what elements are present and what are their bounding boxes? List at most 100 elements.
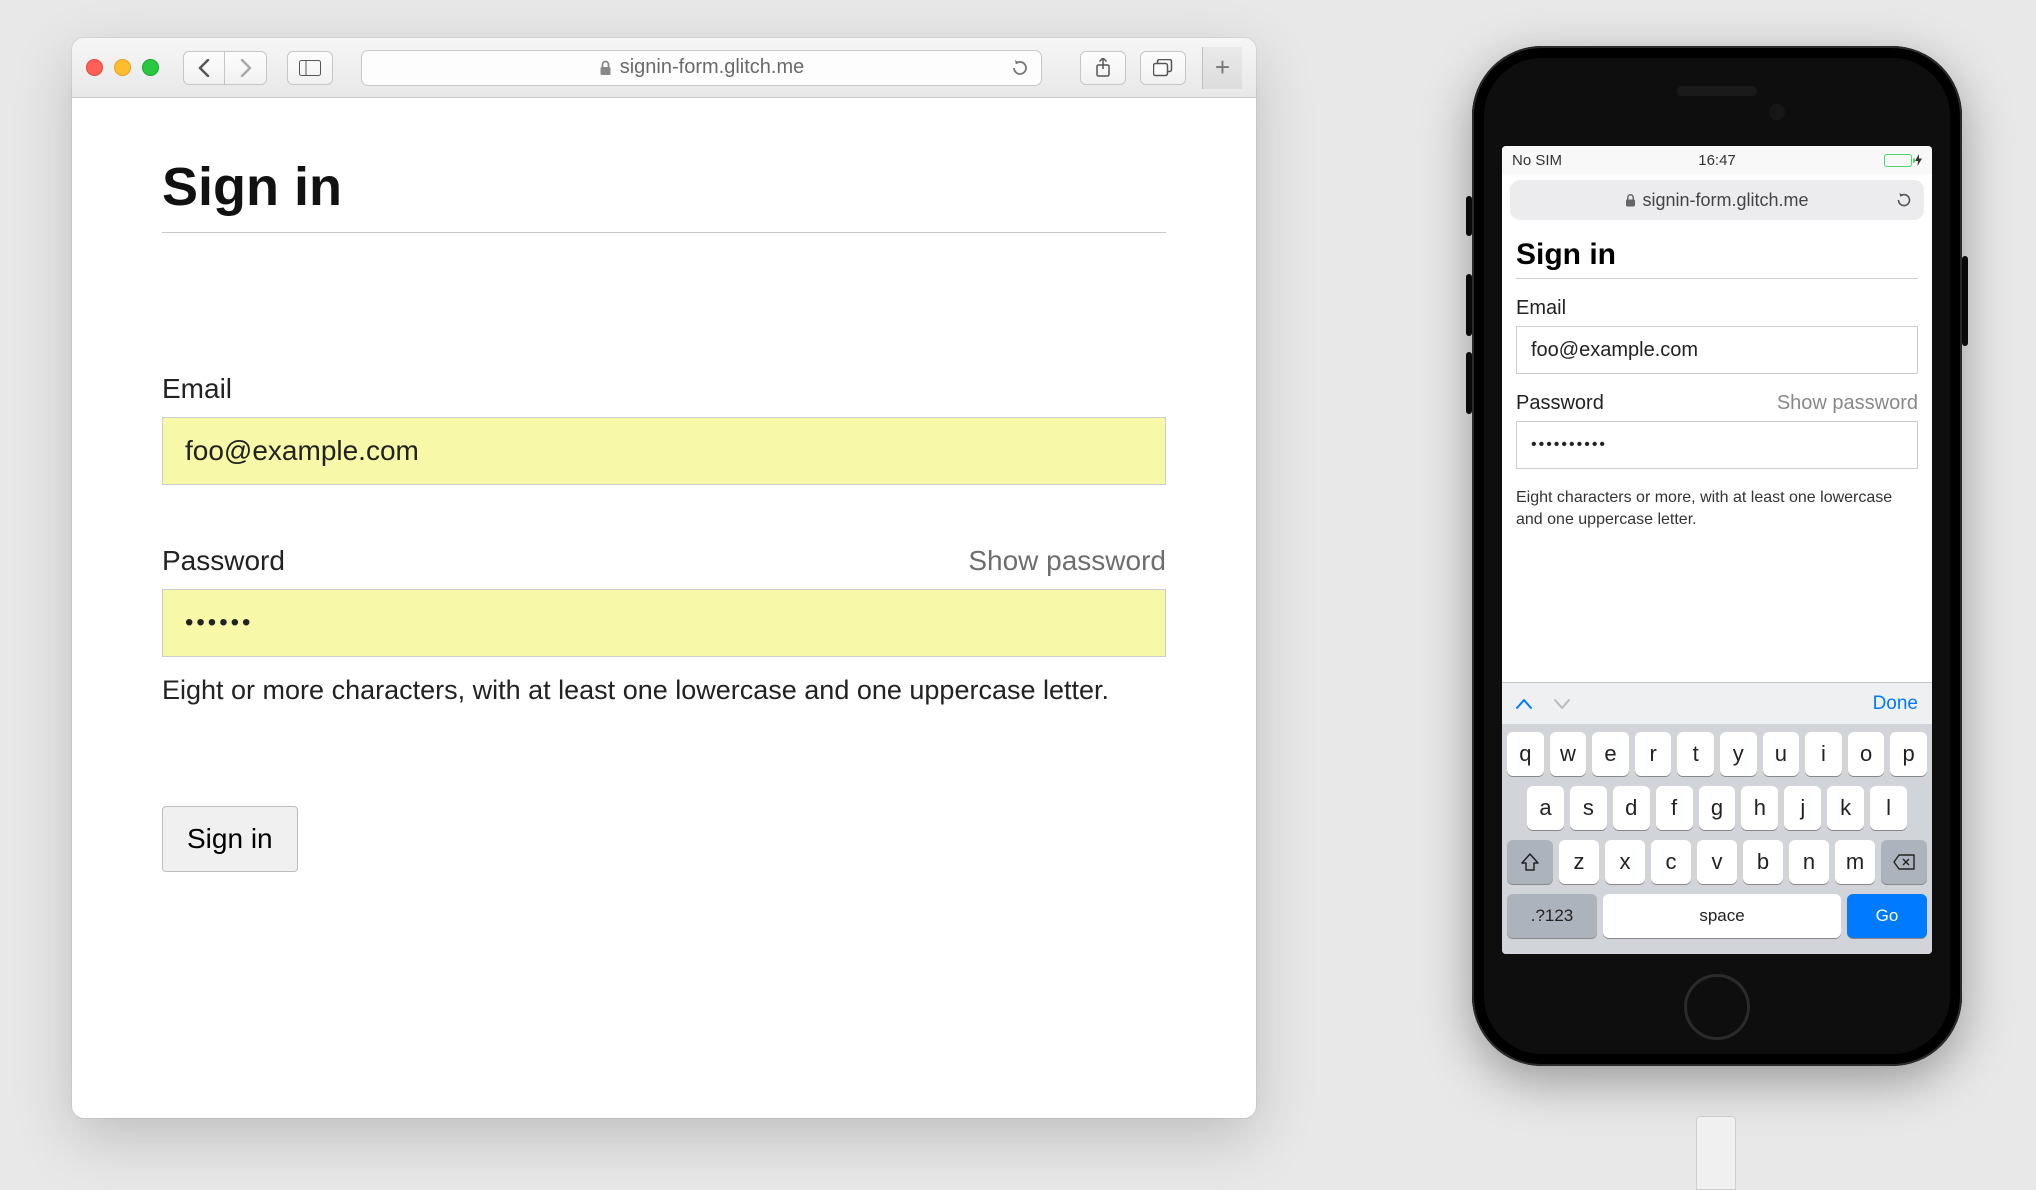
mute-switch[interactable]	[1466, 196, 1472, 236]
reload-button[interactable]	[1011, 58, 1029, 78]
sign-in-button[interactable]: Sign in	[162, 806, 298, 872]
page-title: Sign in	[162, 156, 1166, 233]
key-v[interactable]: v	[1697, 840, 1737, 884]
key-j[interactable]: j	[1784, 786, 1821, 830]
key-a[interactable]: a	[1527, 786, 1564, 830]
mobile-reload-button[interactable]	[1896, 191, 1912, 209]
charging-icon	[1915, 154, 1922, 166]
new-tab-button[interactable]: +	[1202, 47, 1242, 89]
iphone-screen: No SIM 16:47 signin-form.glitch.me Sign …	[1502, 146, 1932, 954]
chevron-right-icon	[240, 59, 252, 77]
key-l[interactable]: l	[1870, 786, 1907, 830]
key-k[interactable]: k	[1827, 786, 1864, 830]
share-button[interactable]	[1080, 51, 1126, 85]
battery-indicator	[1884, 154, 1922, 167]
key-n[interactable]: n	[1789, 840, 1829, 884]
mobile-email-label: Email	[1516, 297, 1918, 320]
mobile-page-title: Sign in	[1516, 238, 1918, 279]
key-h[interactable]: h	[1741, 786, 1778, 830]
email-field-block: Email	[162, 373, 1166, 485]
email-label: Email	[162, 373, 232, 405]
backspace-key[interactable]	[1881, 840, 1927, 884]
page-body: Sign in Email Password Show password Eig…	[72, 98, 1256, 1118]
keyboard-row-4: .?123 space Go	[1507, 894, 1927, 938]
mobile-show-password-toggle[interactable]: Show password	[1777, 392, 1918, 415]
key-y[interactable]: y	[1720, 732, 1757, 776]
reload-icon	[1011, 58, 1029, 78]
sidebar-button[interactable]	[287, 51, 333, 85]
keyboard-done-button[interactable]: Done	[1873, 693, 1918, 715]
next-field-button[interactable]	[1554, 698, 1570, 710]
browser-toolbar: signin-form.glitch.me +	[72, 38, 1256, 98]
volume-up-button[interactable]	[1466, 274, 1472, 336]
mobile-email-input[interactable]	[1516, 326, 1918, 374]
sidebar-icon	[299, 60, 321, 76]
key-t[interactable]: t	[1677, 732, 1714, 776]
carrier-text: No SIM	[1512, 152, 1562, 169]
key-c[interactable]: c	[1651, 840, 1691, 884]
key-x[interactable]: x	[1605, 840, 1645, 884]
volume-down-button[interactable]	[1466, 352, 1472, 414]
key-r[interactable]: r	[1635, 732, 1672, 776]
url-text: signin-form.glitch.me	[620, 56, 805, 79]
key-u[interactable]: u	[1763, 732, 1800, 776]
safari-window: signin-form.glitch.me + Sign in Email	[72, 38, 1256, 1118]
keyboard-row-3: zxcvbnm	[1507, 840, 1927, 884]
shift-key[interactable]	[1507, 840, 1553, 884]
nav-buttons	[183, 51, 267, 85]
key-i[interactable]: i	[1805, 732, 1842, 776]
key-p[interactable]: p	[1890, 732, 1927, 776]
key-g[interactable]: g	[1699, 786, 1736, 830]
key-z[interactable]: z	[1559, 840, 1599, 884]
keyboard-row-2: asdfghjkl	[1507, 786, 1927, 830]
address-bar[interactable]: signin-form.glitch.me	[361, 50, 1042, 86]
mobile-page-body: Sign in Email Password Show password Eig…	[1502, 228, 1932, 682]
key-e[interactable]: e	[1592, 732, 1629, 776]
tabs-icon	[1153, 59, 1173, 77]
go-key[interactable]: Go	[1847, 894, 1927, 938]
keyboard: qwertyuiop asdfghjkl zxcvbnm .?123 space…	[1502, 724, 1932, 954]
key-d[interactable]: d	[1613, 786, 1650, 830]
window-controls	[86, 59, 159, 76]
lightning-cable	[1696, 1116, 1736, 1190]
minimize-window-button[interactable]	[114, 59, 131, 76]
home-button[interactable]	[1684, 974, 1750, 1040]
show-password-toggle[interactable]: Show password	[968, 545, 1166, 577]
key-q[interactable]: q	[1507, 732, 1544, 776]
status-bar: No SIM 16:47	[1502, 146, 1932, 174]
key-o[interactable]: o	[1848, 732, 1885, 776]
keyboard-row-1: qwertyuiop	[1507, 732, 1927, 776]
lock-icon	[1625, 194, 1636, 207]
back-button[interactable]	[183, 51, 225, 85]
key-m[interactable]: m	[1835, 840, 1875, 884]
backspace-icon	[1893, 854, 1915, 870]
email-input[interactable]	[162, 417, 1166, 485]
password-field-block: Password Show password Eight or more cha…	[162, 545, 1166, 706]
keyboard-mode-key[interactable]: .?123	[1507, 894, 1597, 938]
password-label: Password	[162, 545, 285, 577]
reload-icon	[1896, 191, 1912, 209]
mobile-url-text: signin-form.glitch.me	[1642, 190, 1808, 211]
mobile-password-input[interactable]	[1516, 421, 1918, 469]
plus-icon: +	[1215, 52, 1230, 83]
chevron-left-icon	[198, 59, 210, 77]
maximize-window-button[interactable]	[142, 59, 159, 76]
password-input[interactable]	[162, 589, 1166, 657]
tabs-button[interactable]	[1140, 51, 1186, 85]
close-window-button[interactable]	[86, 59, 103, 76]
forward-button[interactable]	[225, 51, 267, 85]
lock-icon	[599, 60, 612, 76]
key-w[interactable]: w	[1550, 732, 1587, 776]
key-s[interactable]: s	[1570, 786, 1607, 830]
key-b[interactable]: b	[1743, 840, 1783, 884]
battery-icon	[1884, 154, 1912, 167]
power-button[interactable]	[1962, 256, 1968, 346]
mobile-password-hint: Eight characters or more, with at least …	[1516, 487, 1918, 530]
space-key[interactable]: space	[1603, 894, 1841, 938]
prev-field-button[interactable]	[1516, 698, 1532, 710]
keyboard-toolbar: Done	[1502, 682, 1932, 724]
iphone-device: No SIM 16:47 signin-form.glitch.me Sign …	[1472, 46, 1962, 1066]
mobile-password-label: Password	[1516, 392, 1604, 415]
mobile-address-bar[interactable]: signin-form.glitch.me	[1510, 180, 1924, 220]
key-f[interactable]: f	[1656, 786, 1693, 830]
